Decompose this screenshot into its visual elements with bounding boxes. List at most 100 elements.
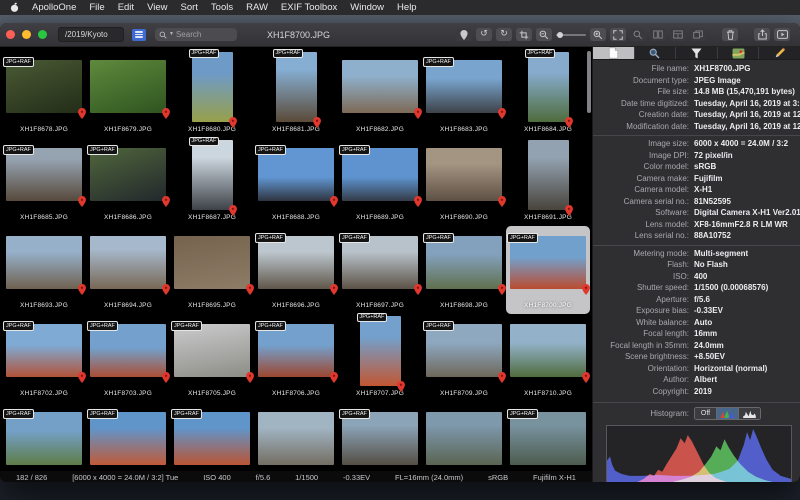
photo-cell[interactable]: JPG+RAF [338, 402, 422, 471]
photo-thumbnail[interactable] [342, 60, 418, 113]
photo-cell[interactable]: XH1F8682.JPG [338, 50, 422, 138]
photo-cell[interactable]: JPG+RAF XH1F8705.JPG [170, 314, 254, 402]
histogram-rgb-button[interactable] [717, 408, 739, 419]
photo-thumbnail[interactable] [174, 236, 250, 289]
zoom-window-button[interactable] [38, 30, 47, 39]
zoom-in-button[interactable] [590, 28, 606, 41]
photo-thumbnail[interactable] [258, 412, 334, 465]
photo-cell[interactable]: JPG+RAF XH1F8687.JPG [170, 138, 254, 226]
photo-thumbnail[interactable]: JPG+RAF [510, 412, 586, 465]
photo-thumbnail[interactable] [90, 236, 166, 289]
rotate-right-button[interactable]: ↻ [496, 28, 512, 41]
photo-cell[interactable]: JPG+RAF XH1F8678.JPG [2, 50, 86, 138]
photo-thumbnail[interactable]: JPG+RAF [6, 412, 82, 465]
search-input[interactable]: ▼ Search [155, 28, 237, 41]
photo-cell[interactable]: JPG+RAF XH1F8689.JPG [338, 138, 422, 226]
tab-info[interactable] [593, 47, 635, 59]
photo-thumbnail[interactable]: JPG+RAF [342, 236, 418, 289]
photo-cell[interactable]: JPG+RAF [170, 402, 254, 471]
panels-button[interactable] [670, 28, 686, 41]
rotate-left-button[interactable]: ↺ [476, 28, 492, 41]
photo-cell[interactable]: JPG+RAF XH1F8680.JPG [170, 50, 254, 138]
photo-thumbnail[interactable]: JPG+RAF [6, 324, 82, 377]
photo-thumbnail[interactable]: JPG+RAF [426, 236, 502, 289]
zoom-slider[interactable] [556, 28, 586, 41]
photo-thumbnail[interactable]: JPG+RAF [174, 324, 250, 377]
photo-thumbnail[interactable]: JPG+RAF [90, 148, 166, 201]
zoom-slider-knob[interactable] [557, 32, 563, 38]
histogram-luminance-button[interactable] [739, 408, 760, 419]
photo-thumbnail[interactable]: JPG+RAF [342, 148, 418, 201]
menu-item[interactable]: File [89, 2, 104, 13]
tab-edit[interactable] [759, 47, 800, 59]
tab-search[interactable] [635, 47, 677, 59]
photo-thumbnail[interactable]: JPG+RAF [510, 236, 586, 289]
tab-map[interactable] [718, 47, 760, 59]
photo-cell[interactable]: JPG+RAF XH1F8698.JPG [422, 226, 506, 314]
menu-item[interactable]: EXIF Toolbox [281, 2, 337, 13]
photo-thumbnail[interactable] [426, 148, 502, 201]
photo-thumbnail[interactable]: JPG+RAF [258, 236, 334, 289]
photo-thumbnail[interactable]: JPG+RAF [276, 52, 317, 122]
photo-thumbnail[interactable]: JPG+RAF [426, 324, 502, 377]
menu-item[interactable]: Window [350, 2, 384, 13]
photo-thumbnail[interactable]: JPG+RAF [6, 148, 82, 201]
folder-path-box[interactable]: /2019/Kyoto [58, 27, 124, 42]
minimize-window-button[interactable] [22, 30, 31, 39]
photo-thumbnail[interactable]: JPG+RAF [360, 316, 401, 386]
photo-cell[interactable]: JPG+RAF XH1F8709.JPG [422, 314, 506, 402]
slideshow-button[interactable] [774, 28, 790, 41]
photo-cell[interactable]: JPG+RAF [506, 402, 590, 471]
photo-cell[interactable]: JPG+RAF XH1F8681.JPG [254, 50, 338, 138]
photo-cell[interactable]: JPG+RAF XH1F8703.JPG [86, 314, 170, 402]
split-view-button[interactable] [650, 28, 666, 41]
loupe-button[interactable] [630, 28, 646, 41]
zoom-out-button[interactable] [536, 28, 552, 41]
tab-filter[interactable] [676, 47, 718, 59]
menu-item[interactable]: Help [397, 2, 417, 13]
photo-thumbnail[interactable]: JPG+RAF [90, 324, 166, 377]
photo-cell[interactable]: XH1F8693.JPG [2, 226, 86, 314]
photo-cell[interactable]: JPG+RAF XH1F8685.JPG [2, 138, 86, 226]
photo-cell[interactable]: JPG+RAF XH1F8683.JPG [422, 50, 506, 138]
photo-cell[interactable]: JPG+RAF XH1F8696.JPG [254, 226, 338, 314]
photo-cell[interactable]: JPG+RAF XH1F8686.JPG [86, 138, 170, 226]
photo-thumbnail[interactable]: JPG+RAF [258, 148, 334, 201]
photo-thumbnail[interactable]: JPG+RAF [90, 412, 166, 465]
photo-thumbnail[interactable]: JPG+RAF [258, 324, 334, 377]
grid-scrollbar[interactable] [587, 51, 591, 113]
photo-thumbnail[interactable]: JPG+RAF [174, 412, 250, 465]
menu-item[interactable]: Sort [180, 2, 197, 13]
photo-thumbnail[interactable]: JPG+RAF [528, 52, 569, 122]
photo-cell[interactable]: JPG+RAF XH1F8706.JPG [254, 314, 338, 402]
photo-cell[interactable]: XH1F8690.JPG [422, 138, 506, 226]
photo-thumbnail[interactable] [510, 324, 586, 377]
photo-cell[interactable]: JPG+RAF XH1F8684.JPG [506, 50, 590, 138]
photo-cell[interactable]: JPG+RAF XH1F8697.JPG [338, 226, 422, 314]
photo-cell[interactable]: XH1F8694.JPG [86, 226, 170, 314]
photo-cell[interactable]: XH1F8691.JPG [506, 138, 590, 226]
photo-cell[interactable]: JPG+RAF [2, 402, 86, 471]
fit-screen-button[interactable] [610, 28, 626, 41]
share-button[interactable] [754, 28, 770, 41]
menu-item[interactable]: View [147, 2, 167, 13]
menu-item[interactable]: ApolloOne [32, 2, 76, 13]
photo-thumbnail[interactable]: JPG+RAF [426, 60, 502, 113]
close-window-button[interactable] [6, 30, 15, 39]
duplicate-button[interactable] [690, 28, 706, 41]
photo-thumbnail[interactable] [426, 412, 502, 465]
photo-thumbnail[interactable] [528, 140, 569, 210]
photo-thumbnail[interactable]: JPG+RAF [342, 412, 418, 465]
histogram-off-button[interactable]: Off [695, 408, 717, 419]
photo-cell[interactable]: JPG+RAF XH1F8707.JPG [338, 314, 422, 402]
photo-cell[interactable]: JPG+RAF XH1F8688.JPG [254, 138, 338, 226]
photo-thumbnail[interactable]: JPG+RAF [6, 60, 82, 113]
apple-icon[interactable] [10, 2, 19, 13]
photo-thumbnail[interactable] [90, 60, 166, 113]
photo-cell[interactable]: XH1F8679.JPG [86, 50, 170, 138]
menu-item[interactable]: RAW [246, 2, 268, 13]
photo-cell[interactable]: XH1F8710.JPG [506, 314, 590, 402]
photo-cell[interactable] [422, 402, 506, 471]
photo-cell[interactable]: JPG+RAF XH1F8702.JPG [2, 314, 86, 402]
flag-pin-button[interactable] [456, 28, 472, 41]
